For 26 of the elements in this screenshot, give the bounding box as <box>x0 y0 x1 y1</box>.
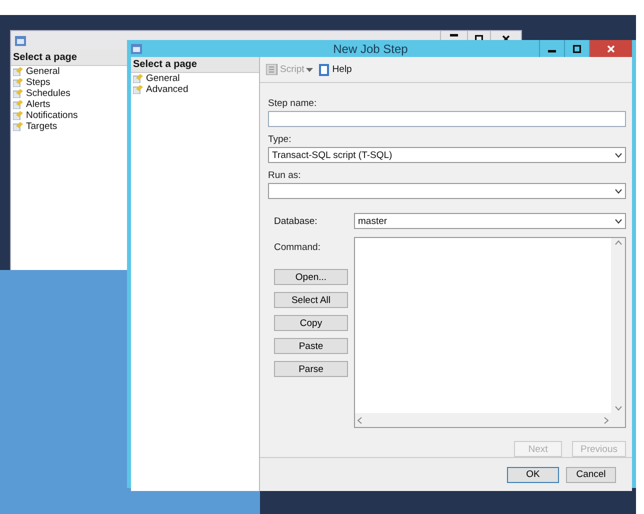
dialog-button[interactable]: OK <box>507 466 559 482</box>
command-button[interactable]: Paste <box>274 338 348 354</box>
command-button[interactable]: Open... <box>274 269 348 285</box>
field-label: Database: <box>274 216 318 226</box>
field-label: Type: <box>268 134 292 145</box>
panel-header: Select a page <box>11 50 127 66</box>
field-label: Step name: <box>268 98 318 109</box>
window-title: New Job Step <box>332 42 409 56</box>
dropdown-field[interactable]: master <box>354 213 626 229</box>
page-item[interactable]: Targets <box>11 121 127 132</box>
field-label: Run as: <box>268 170 302 181</box>
help-button[interactable]: Help <box>319 64 352 76</box>
field-label: Command: <box>274 242 322 253</box>
panel-header: Select a page <box>131 57 259 73</box>
page-item[interactable]: General <box>131 73 259 84</box>
command-button[interactable]: Copy <box>274 315 348 331</box>
command-button[interactable]: Select All <box>274 292 348 308</box>
page-item[interactable]: Notifications <box>11 110 127 121</box>
page-item[interactable]: Advanced <box>131 84 259 95</box>
page-item[interactable]: General <box>11 66 127 77</box>
dropdown-field[interactable]: Transact-SQL script (T-SQL) <box>268 147 626 163</box>
dialog-button[interactable]: Cancel <box>566 466 616 482</box>
page-item[interactable]: Alerts <box>11 99 127 110</box>
page-item[interactable]: Schedules <box>11 88 127 99</box>
command-button[interactable]: Parse <box>274 361 348 377</box>
page-item[interactable]: Steps <box>11 77 127 88</box>
